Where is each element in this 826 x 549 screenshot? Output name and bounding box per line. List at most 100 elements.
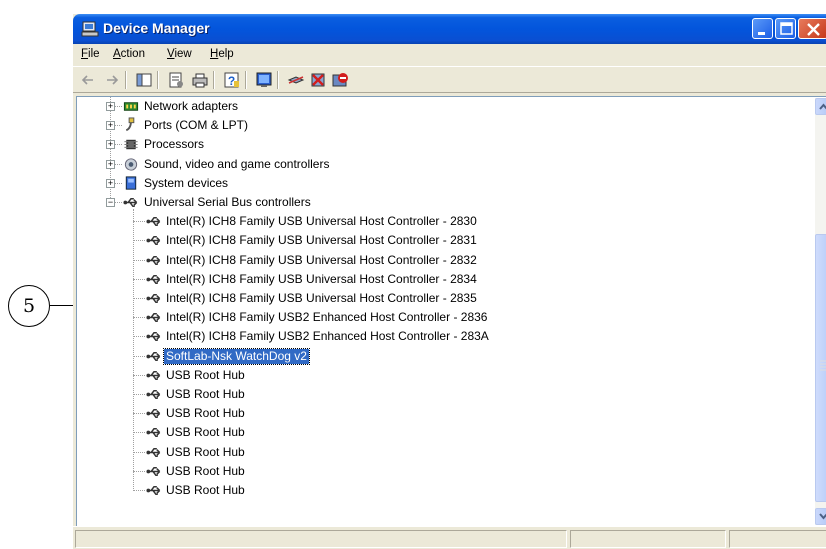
tree-item-label: Intel(R) ICH8 Family USB Universal Host …: [166, 271, 477, 286]
status-panel: [729, 530, 826, 548]
thumb-grip-icon: [820, 360, 826, 371]
tree-item-label: Intel(R) ICH8 Family USB Universal Host …: [166, 252, 477, 267]
toolbar-separator: [213, 71, 215, 89]
help-icon[interactable]: ?: [223, 71, 241, 89]
tree-category-port[interactable]: + Ports (COM & LPT): [77, 116, 807, 135]
update-driver-icon[interactable]: [287, 71, 305, 89]
vertical-scrollbar[interactable]: [815, 98, 826, 525]
usb-icon: [146, 428, 161, 438]
expand-toggle[interactable]: +: [106, 159, 115, 169]
tree-connector: [133, 336, 145, 338]
network-adapter-icon: [123, 102, 139, 111]
tree-item-label: Intel(R) ICH8 Family USB Universal Host …: [166, 214, 477, 229]
usb-icon: [146, 409, 161, 419]
close-icon: [807, 23, 820, 36]
tree-item-label: USB Root Hub: [166, 444, 245, 459]
tree-connector: [133, 470, 145, 473]
uninstall-icon[interactable]: [309, 71, 327, 89]
usb-icon: [146, 236, 161, 246]
tree-usb-device[interactable]: Intel(R) ICH8 Family USB Universal Host …: [77, 251, 807, 270]
menu-action-label: ction: [120, 48, 145, 60]
tree-connector: [133, 451, 145, 454]
properties-icon[interactable]: [167, 71, 185, 89]
tree-usb-device[interactable]: Intel(R) ICH8 Family USB Universal Host …: [77, 231, 807, 250]
tree-connector: [133, 432, 145, 434]
expand-toggle[interactable]: +: [106, 140, 115, 150]
minimize-button[interactable]: [752, 18, 773, 39]
menu-bar: File Action View Help: [73, 45, 826, 65]
disable-icon[interactable]: [331, 71, 349, 89]
processor-icon: [124, 140, 138, 150]
expand-toggle[interactable]: +: [106, 121, 115, 131]
menu-view[interactable]: View: [167, 48, 192, 60]
expand-toggle[interactable]: +: [106, 178, 115, 188]
usb-icon: [146, 485, 161, 496]
tree-usb-device[interactable]: USB Root Hub: [77, 462, 807, 481]
usb-icon: [146, 332, 161, 342]
sound-icon: [124, 157, 138, 171]
tree-usb-device[interactable]: SoftLab-Nsk WatchDog v2: [77, 347, 807, 366]
status-panel: [75, 530, 567, 548]
close-button[interactable]: [798, 18, 826, 39]
usb-icon: [123, 197, 138, 208]
minimize-icon: [758, 32, 765, 35]
back-arrow-icon[interactable]: [79, 71, 97, 89]
tree-item-label: Ports (COM & LPT): [144, 118, 249, 133]
status-bar: [73, 526, 826, 549]
tree-category-system-device[interactable]: + System devices: [77, 174, 807, 193]
tree-category-network-adapter[interactable]: + Network adapters: [77, 97, 807, 116]
scroll-up-button[interactable]: [815, 98, 826, 115]
tree-item-label: Intel(R) ICH8 Family USB Universal Host …: [166, 291, 477, 305]
usb-icon: [146, 447, 161, 457]
callout-number: 5: [22, 295, 36, 317]
tree-usb-device[interactable]: Intel(R) ICH8 Family USB Universal Host …: [77, 289, 807, 308]
print-icon[interactable]: [191, 71, 209, 89]
tree-usb-device[interactable]: Intel(R) ICH8 Family USB2 Enhanced Host …: [77, 308, 807, 327]
tree-item-label: USB Root Hub: [166, 387, 245, 401]
tree-category-usb[interactable]: − Universal Serial Bus controllers: [77, 193, 807, 212]
tree-connector: [133, 355, 145, 358]
window-title: Device Manager: [103, 20, 210, 36]
chevron-up-icon: [819, 103, 826, 110]
tree-usb-device[interactable]: Intel(R) ICH8 Family USB Universal Host …: [77, 212, 807, 231]
tree-item-label: Network adapters: [144, 99, 239, 113]
scan-hardware-icon[interactable]: [255, 71, 273, 89]
tree-item-label: USB Root Hub: [166, 425, 245, 440]
tree-connector: [133, 278, 145, 281]
tree-usb-device[interactable]: Intel(R) ICH8 Family USB Universal Host …: [77, 270, 807, 289]
tree-category-sound[interactable]: + Sound, video and game controllers: [77, 155, 807, 174]
scroll-down-button[interactable]: [815, 508, 826, 525]
scroll-thumb[interactable]: [815, 234, 826, 502]
tree-item-label: Intel(R) ICH8 Family USB Universal Host …: [166, 233, 477, 248]
title-bar[interactable]: Device Manager: [73, 14, 826, 44]
menu-file[interactable]: File: [81, 48, 100, 60]
tree-usb-device[interactable]: Intel(R) ICH8 Family USB2 Enhanced Host …: [77, 327, 807, 346]
usb-icon: [146, 466, 161, 476]
maximize-button[interactable]: [775, 18, 796, 39]
tree-connector: [133, 394, 145, 396]
toolbar: ?: [73, 66, 826, 93]
tree-usb-device[interactable]: USB Root Hub: [77, 366, 807, 385]
forward-arrow-icon[interactable]: [103, 71, 121, 89]
usb-icon: [146, 389, 161, 400]
menu-action[interactable]: Action: [113, 48, 145, 60]
expand-toggle[interactable]: +: [106, 102, 115, 111]
tree-item-label: Processors: [144, 137, 205, 152]
collapse-toggle[interactable]: −: [106, 198, 115, 207]
tree-category-processor[interactable]: + Processors: [77, 135, 807, 154]
tree-usb-device[interactable]: USB Root Hub: [77, 423, 807, 442]
show-hide-console-tree-icon[interactable]: [135, 71, 153, 89]
menu-help[interactable]: Help: [210, 48, 234, 60]
tree-usb-device[interactable]: USB Root Hub: [77, 443, 807, 462]
tree-usb-device[interactable]: USB Root Hub: [77, 404, 807, 423]
usb-icon: [146, 255, 161, 265]
menu-file-accel: F: [81, 48, 89, 60]
usb-icon: [146, 370, 161, 380]
tree-usb-device[interactable]: USB Root Hub: [77, 385, 807, 404]
usb-icon: [146, 217, 161, 227]
tree-connector: [133, 317, 145, 319]
usb-icon: [146, 313, 161, 323]
tree-usb-device[interactable]: USB Root Hub: [77, 481, 807, 500]
tree-connector: [133, 259, 145, 262]
system-device-icon: [125, 176, 137, 190]
